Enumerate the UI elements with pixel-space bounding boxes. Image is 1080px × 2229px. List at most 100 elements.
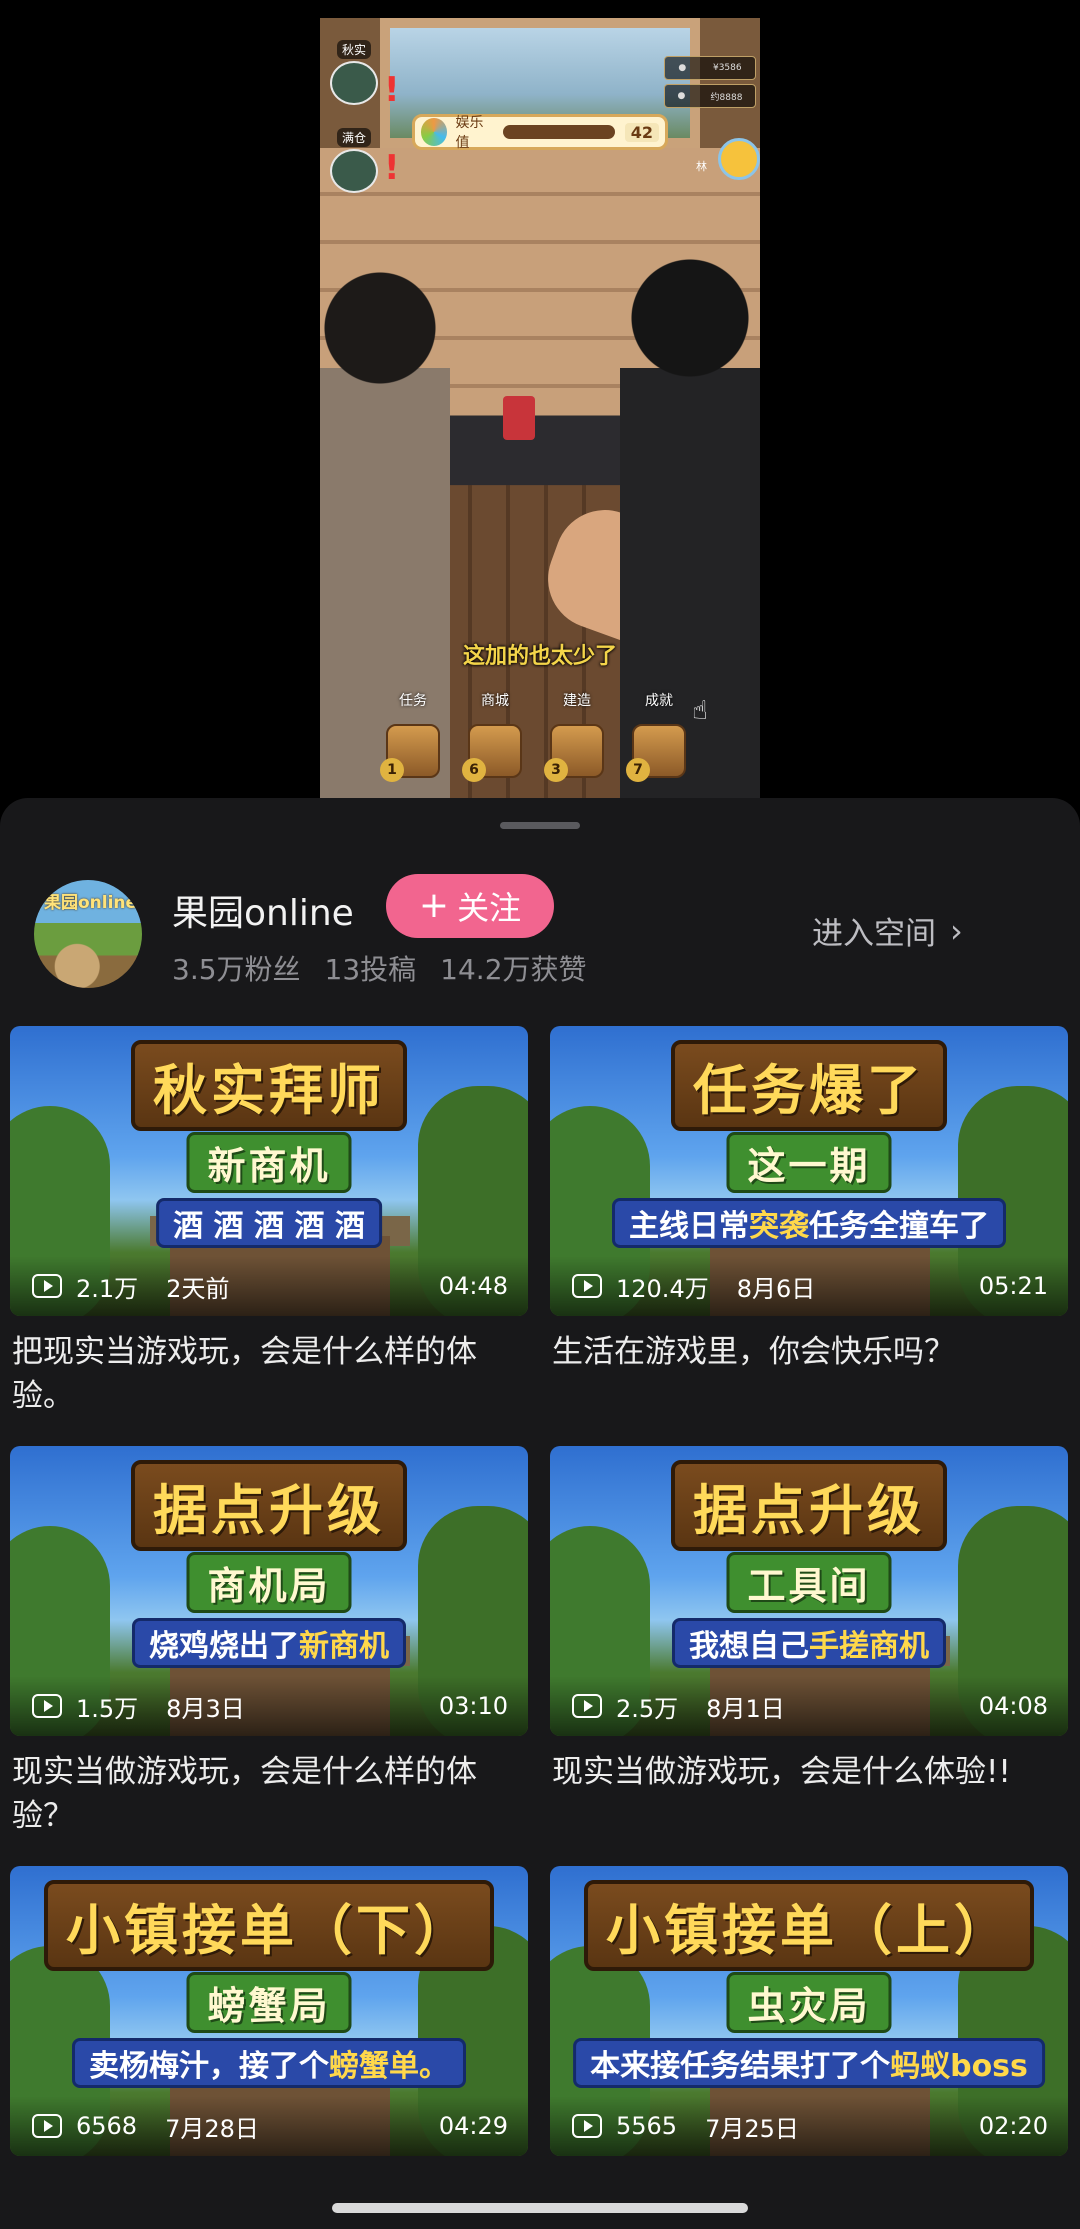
game-menu-achievement: 成就 7: [626, 690, 688, 782]
video-thumbnail[interactable]: 据点升级 商机局 烧鸡烧出了新商机 1.5万 8月3日 03:10: [10, 1446, 528, 1736]
thumb-caption: 本来接任务结果打了个蚂蚁boss: [573, 2038, 1045, 2088]
thumb-subtitle: 螃蟹局: [186, 1972, 352, 2033]
video-subtitle: 这加的也太少了: [462, 644, 617, 669]
thumb-subtitle: 虫灾局: [726, 1972, 892, 2033]
video-title[interactable]: 生活在游戏里，你会快乐吗？: [550, 1330, 1068, 1374]
video-card[interactable]: 任务爆了 这一期 主线日常突袭任务全撞车了 120.4万 8月6日 05:21 …: [550, 1026, 1068, 1374]
video-card[interactable]: 小镇接单（上） 虫灾局 本来接任务结果打了个蚂蚁boss 5565 7月25日 …: [550, 1866, 1068, 2170]
video-card[interactable]: 据点升级 工具间 我想自己手搓商机 2.5万 8月1日 04:08 现实当做游戏…: [550, 1446, 1068, 1794]
game-menu-build: 建造 3: [544, 690, 606, 782]
publish-date: 7月25日: [705, 2114, 799, 2143]
view-count: 2.5万: [616, 1694, 679, 1723]
game-menu-shop: 商城 6: [462, 690, 524, 782]
video-thumbnail[interactable]: 秋实拜师 新商机 酒 酒 酒 酒 酒 2.1万 2天前 04:48: [10, 1026, 528, 1316]
video-thumbnail[interactable]: 任务爆了 这一期 主线日常突袭任务全撞车了 120.4万 8月6日 05:21: [550, 1026, 1068, 1316]
author-avatar[interactable]: 果园online: [34, 880, 142, 988]
thumb-caption: 我想自己手搓商机: [672, 1618, 946, 1668]
video-title[interactable]: 把现实当游戏玩，会是什么样的体验。: [10, 1330, 528, 1418]
enter-space-link[interactable]: 进入空间 ›: [812, 908, 963, 953]
thumb-line-segment: 任务全撞车了: [809, 1209, 989, 1244]
video-card[interactable]: 据点升级 商机局 烧鸡烧出了新商机 1.5万 8月3日 03:10 现实当做游戏…: [10, 1446, 528, 1838]
currency-value: 约8888: [710, 92, 743, 103]
hand-cursor-icon: ☝: [692, 696, 708, 726]
thumb-line-segment: 手搓商机: [809, 1629, 929, 1664]
video-card[interactable]: 小镇接单（下） 螃蟹局 卖杨梅汁，接了个螃蟹单。 6568 7月28日 04:2…: [10, 1866, 528, 2170]
sheet-grab-handle[interactable]: [500, 822, 580, 829]
thumb-line-segment: 卖杨梅汁，接了个: [89, 2049, 329, 2084]
play-icon: [572, 2114, 602, 2138]
play-icon: [32, 1694, 62, 1718]
thumb-line-segment: 主线日常: [629, 1209, 749, 1244]
video-thumbnail[interactable]: 小镇接单（下） 螃蟹局 卖杨梅汁，接了个螃蟹单。 6568 7月28日 04:2…: [10, 1866, 528, 2156]
player-name: 秋实: [336, 40, 371, 59]
play-icon: [32, 2114, 62, 2138]
thumb-line-segment: 我想自己: [689, 1629, 809, 1664]
thumb-title: 据点升级: [671, 1460, 947, 1551]
author-name[interactable]: 果园online: [172, 884, 354, 936]
thumb-caption: 烧鸡烧出了新商机: [132, 1618, 406, 1668]
currency-value: ¥3586: [712, 63, 742, 73]
video-duration: 04:29: [438, 2112, 508, 2140]
thumb-title: 小镇接单（下）: [44, 1880, 494, 1971]
posts-count: 13投稿: [324, 953, 417, 986]
menu-count: 3: [544, 758, 568, 782]
view-count: 6568: [76, 2112, 138, 2140]
avatar-logo-text: 果园online: [44, 893, 138, 913]
coin-icon: ●: [677, 91, 686, 101]
menu-count: 7: [626, 758, 650, 782]
game-menu: 任务 1 商城 6 建造 3 成就 7: [380, 690, 688, 782]
player-avatar: [330, 149, 378, 193]
enter-space-label: 进入空间: [812, 916, 936, 952]
chevron-right-icon: ›: [950, 911, 963, 950]
side-tag: 林: [696, 160, 707, 173]
player-avatar: [330, 61, 378, 105]
publish-date: 8月6日: [736, 1274, 816, 1303]
view-count: 1.5万: [76, 1694, 139, 1723]
entertainment-meter: 娱乐值 42: [412, 114, 668, 151]
follow-label: 关注: [457, 889, 522, 927]
thumb-line-segment: 突袭: [749, 1209, 809, 1244]
video-meta: 5565 7月25日 02:20: [550, 2096, 1068, 2156]
video-duration: 05:21: [978, 1272, 1048, 1300]
play-icon: [572, 1694, 602, 1718]
video-duration: 03:10: [438, 1692, 508, 1720]
thumb-title: 小镇接单（上）: [584, 1880, 1034, 1971]
video-title[interactable]: 现实当做游戏玩，会是什么样的体验？: [10, 1750, 528, 1838]
game-menu-task: 任务 1: [380, 690, 442, 782]
menu-label: 建造: [563, 693, 591, 709]
video-player[interactable]: 秋实 ! 满仓 ! 娱乐值 42 ● ¥3586 ● 约8888 林 这加的也太…: [320, 18, 760, 798]
thumb-subtitle: 这一期: [726, 1132, 892, 1193]
meter-label: 娱乐值: [455, 115, 484, 151]
video-thumbnail[interactable]: 小镇接单（上） 虫灾局 本来接任务结果打了个蚂蚁boss 5565 7月25日 …: [550, 1866, 1068, 2156]
thumb-line-segment: 本来接任务结果打了个: [590, 2049, 891, 2084]
thumb-line-segment: 酒 酒 酒 酒 酒: [173, 1209, 365, 1244]
video-duration: 02:20: [978, 2112, 1048, 2140]
pinwheel-icon: [421, 118, 448, 146]
exclamation-icon: !: [384, 148, 400, 188]
menu-count: 1: [380, 758, 404, 782]
exclamation-icon: !: [384, 70, 400, 110]
thumb-line-segment: 新商机: [299, 1629, 389, 1664]
view-count: 5565: [616, 2112, 678, 2140]
video-thumbnail[interactable]: 据点升级 工具间 我想自己手搓商机 2.5万 8月1日 04:08: [550, 1446, 1068, 1736]
fans-count: 3.5万粉丝: [172, 953, 301, 986]
follow-button[interactable]: + 关注: [386, 874, 554, 938]
publish-date: 8月3日: [166, 1694, 245, 1723]
plus-icon: +: [418, 885, 450, 926]
currency-box: ● 约8888: [664, 84, 756, 108]
coin-icon: ●: [678, 63, 687, 73]
thumb-line-segment: 螃蟹单。: [329, 2049, 449, 2084]
publish-date: 7月28日: [165, 2114, 259, 2143]
video-title[interactable]: 现实当做游戏玩，会是什么体验!!: [550, 1750, 1068, 1794]
home-indicator[interactable]: [332, 2203, 748, 2213]
video-meta: 120.4万 8月6日 05:21: [550, 1256, 1068, 1316]
player-badge-1: 秋实: [330, 40, 378, 105]
thumb-title: 秋实拜师: [131, 1040, 407, 1131]
video-meta: 2.5万 8月1日 04:08: [550, 1676, 1068, 1736]
menu-count: 6: [462, 758, 486, 782]
video-card[interactable]: 秋实拜师 新商机 酒 酒 酒 酒 酒 2.1万 2天前 04:48 把现实当游戏…: [10, 1026, 528, 1418]
player-name: 满仓: [336, 128, 371, 147]
author-stats: 3.5万粉丝 13投稿 14.2万获赞: [172, 948, 587, 988]
thumb-line-segment: 蚂蚁boss: [890, 2049, 1028, 2084]
thumb-caption: 酒 酒 酒 酒 酒: [156, 1198, 382, 1248]
